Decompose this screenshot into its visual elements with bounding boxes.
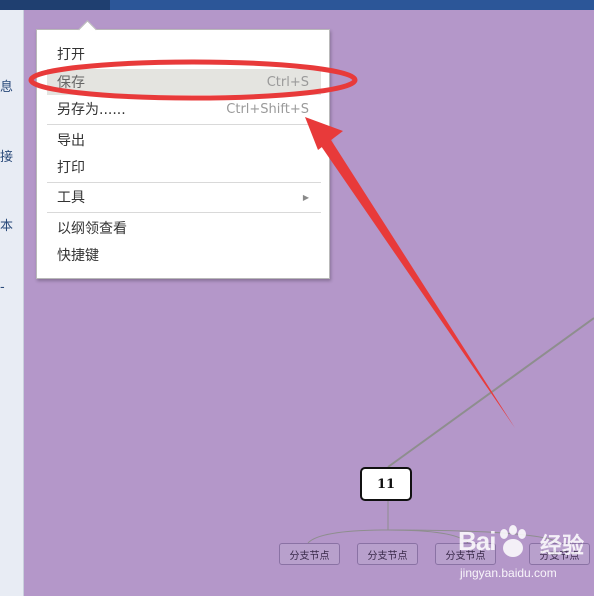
watermark-cn-text: 经验 (540, 534, 585, 559)
menu-item-label: 工具 (57, 190, 85, 206)
baidu-jingyan-watermark: Bai 经验 jingyan.baidu.com (458, 522, 594, 594)
chevron-right-icon: ▶ (302, 192, 309, 202)
menu-item-outline-view[interactable]: 以纲领查看 (47, 215, 321, 241)
connector-to-parent (387, 317, 594, 468)
menu-item-label: 导出 (57, 133, 85, 149)
menu-item-shortcuts[interactable]: 快捷键 (47, 242, 321, 268)
branch-node-2[interactable]: 分支节点 (357, 543, 418, 565)
menu-item-label: 打开 (57, 47, 85, 63)
menu-item-label: 以纲领查看 (57, 221, 127, 237)
menu-item-tools[interactable]: 工具 ▶ (47, 184, 321, 210)
branch-node-1[interactable]: 分支节点 (279, 543, 340, 565)
watermark-logo-text: Bai (458, 526, 496, 556)
menu-item-open[interactable]: 打开 (47, 41, 321, 67)
menu-separator (47, 182, 321, 183)
file-menu: 打开 保存 Ctrl+S 另存为...... Ctrl+Shift+S 导出 打… (36, 20, 330, 279)
menu-item-label: 保存 (57, 75, 85, 91)
connector-branches (307, 529, 469, 544)
watermark-url: jingyan.baidu.com (460, 566, 557, 580)
menu-item-label: 另存为...... (57, 102, 126, 118)
menu-item-label: 打印 (57, 160, 85, 176)
mindmap-main-node[interactable]: 11 (360, 467, 412, 501)
paw-icon (500, 525, 526, 557)
menu-item-export[interactable]: 导出 (47, 127, 321, 153)
menu-item-print[interactable]: 打印 (47, 154, 321, 180)
menu-separator (47, 212, 321, 213)
menu-item-shortcut: Ctrl+Shift+S (226, 101, 309, 117)
menu-item-save-as[interactable]: 另存为...... Ctrl+Shift+S (47, 96, 321, 122)
menu-item-save[interactable]: 保存 Ctrl+S (47, 69, 321, 95)
menu-separator (47, 124, 321, 125)
menu-item-label: 快捷键 (57, 248, 99, 264)
menu-item-shortcut: Ctrl+S (266, 74, 309, 90)
